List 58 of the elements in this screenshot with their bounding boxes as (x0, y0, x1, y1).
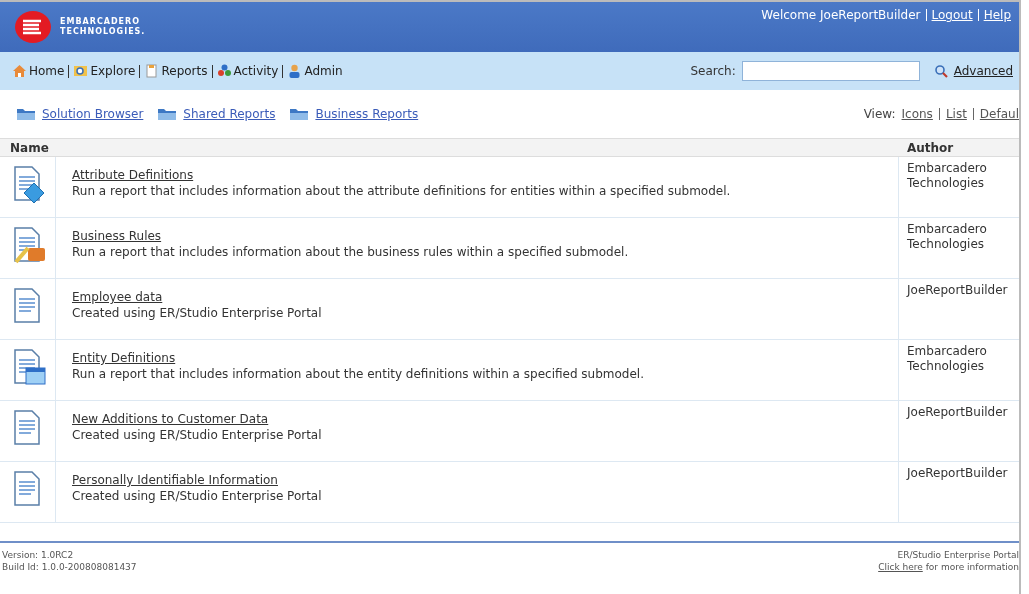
author-cell: Embarcadero Technologies (898, 340, 1019, 400)
nav-item[interactable]: Admin (287, 64, 343, 78)
advanced-link[interactable]: Advanced (953, 64, 1013, 78)
product-text: ER/Studio Enterprise Portal (897, 549, 1019, 561)
document-icon (144, 64, 160, 78)
author-cell: JoeReportBuilder (898, 279, 1019, 339)
folder-link[interactable]: Business Reports (289, 107, 419, 121)
document-diamond-icon (12, 165, 46, 203)
people-icon (216, 64, 232, 78)
report-description: Created using ER/Studio Enterprise Portal (72, 305, 323, 321)
header-link[interactable]: Logout (931, 8, 973, 22)
folder-icon (289, 107, 310, 121)
search-field[interactable] (741, 61, 920, 81)
house-icon (12, 64, 27, 78)
logo-icon (14, 10, 52, 44)
view-label: View: (863, 107, 896, 121)
report-link[interactable]: Attribute Definitions (72, 167, 194, 183)
folder-link[interactable]: Solution Browser (16, 107, 144, 121)
report-link[interactable]: New Additions to Customer Data (72, 411, 269, 427)
welcome-text: Welcome JoeReportBuilder (761, 8, 921, 22)
column-header: Author (906, 140, 955, 155)
report-description: Created using ER/Studio Enterprise Portal (72, 427, 323, 443)
report-description: Run a report that includes information about the attribute definitions for entities within a specified submodel. (72, 183, 732, 199)
build-text: Build Id: 1.0.0-200808081437 (2, 561, 137, 573)
brand-name: EMBARCADERO (60, 17, 141, 27)
author-cell: Embarcadero Technologies (898, 157, 1019, 217)
report-link[interactable]: Employee data (72, 289, 163, 305)
report-link[interactable]: Personally Identifiable Information (72, 472, 278, 488)
nav-item[interactable]: Explore (73, 64, 136, 78)
brand-name: TECHNOLOGIES. (60, 27, 146, 37)
search-icon[interactable] (933, 64, 948, 78)
document-briefcase-icon (12, 226, 46, 264)
view-link[interactable]: Defaul (979, 107, 1019, 121)
column-header: Name (10, 140, 50, 155)
report-description: Run a report that includes information about the entity definitions within a specified submodel. (72, 366, 645, 382)
view-link[interactable]: List (945, 107, 967, 121)
info-link[interactable]: Click here (878, 562, 923, 572)
nav-item[interactable]: Home (12, 64, 65, 78)
person-icon (287, 64, 303, 78)
author-cell: JoeReportBuilder (898, 462, 1019, 522)
version-text: Version: 1.0RC2 (2, 549, 75, 561)
document-table-icon (12, 348, 46, 386)
report-link[interactable]: Business Rules (72, 228, 162, 244)
header-link[interactable]: Help (983, 8, 1011, 22)
author-cell: Embarcadero Technologies (898, 218, 1019, 278)
nav-item[interactable]: Activity (216, 64, 279, 78)
folder-icon (16, 107, 36, 121)
info-text: for more information (925, 562, 1019, 572)
folder-link[interactable]: Shared Reports (157, 107, 276, 121)
report-description: Run a report that includes information about the business rules within a specified submodel. (72, 244, 630, 260)
report-description: Created using ER/Studio Enterprise Portal (72, 488, 323, 504)
folder-icon (157, 107, 178, 121)
nav-item[interactable]: Reports (144, 64, 208, 78)
magnifier-icon (73, 64, 89, 78)
view-link[interactable]: Icons (901, 107, 933, 121)
report-link[interactable]: Entity Definitions (72, 350, 176, 366)
author-cell: JoeReportBuilder (898, 401, 1019, 461)
search-label: Search: (690, 64, 736, 78)
